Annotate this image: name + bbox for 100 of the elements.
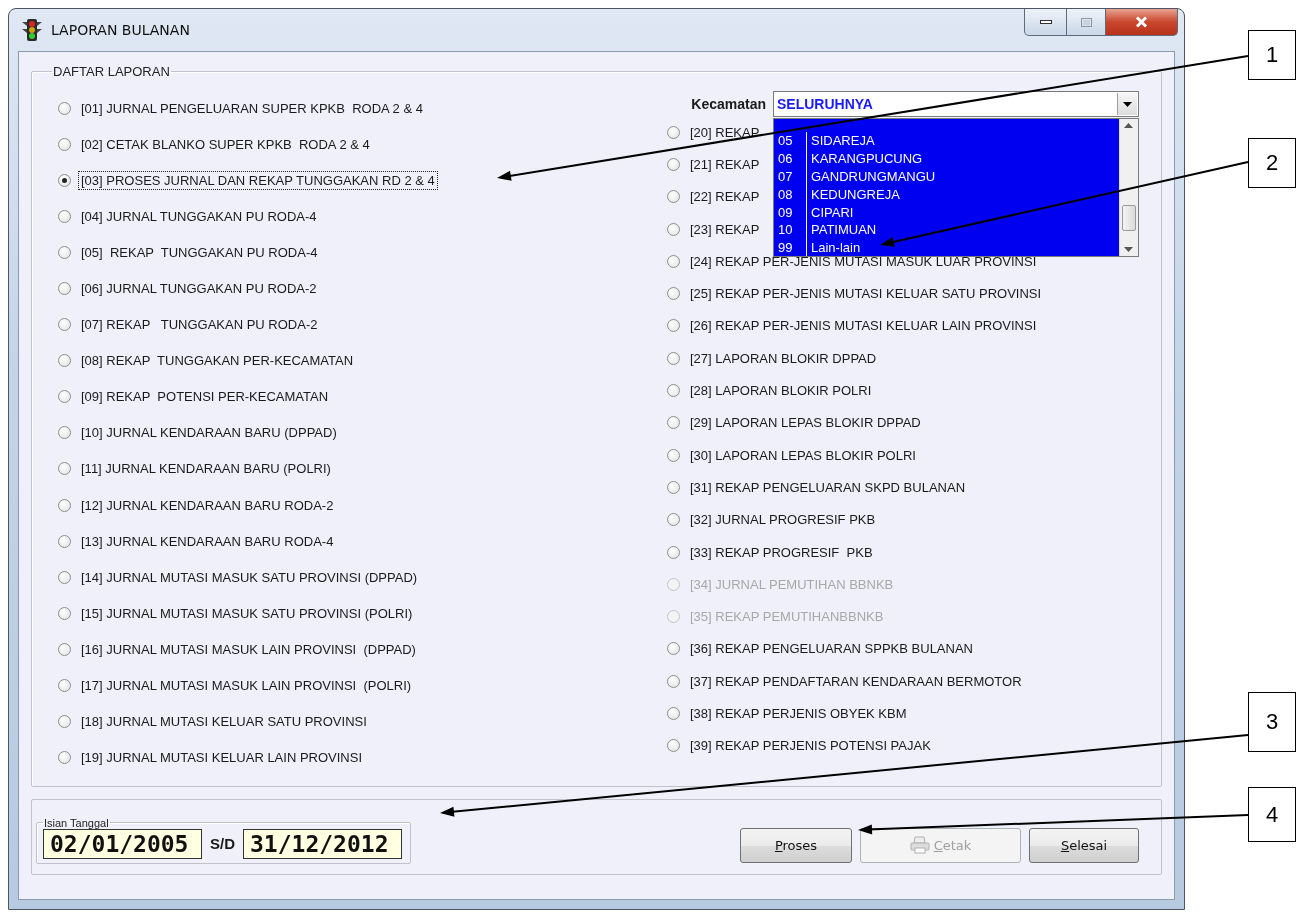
- dropdown-option[interactable]: 10 PATIMUAN: [774, 221, 1119, 239]
- scroll-thumb[interactable]: [1122, 205, 1136, 231]
- report-option-label[interactable]: [14] JURNAL MUTASI MASUK SATU PROVINSI (DPPAD): [79, 568, 420, 586]
- report-option-label[interactable]: [27] LAPORAN BLOKIR DPPAD: [688, 349, 879, 367]
- report-option-label[interactable]: [39] REKAP PERJENIS POTENSI PAJAK: [688, 737, 933, 755]
- radio-button[interactable]: [667, 125, 680, 139]
- radio-button[interactable]: [58, 354, 71, 368]
- dialog-button[interactable]: Proses: [740, 827, 852, 863]
- radio-button[interactable]: [58, 534, 71, 548]
- report-option-label[interactable]: [16] JURNAL MUTASI MASUK LAIN PROVINSI (DPPAD): [79, 640, 418, 658]
- radio-button[interactable]: [667, 545, 680, 559]
- maximize-icon: [1080, 17, 1092, 27]
- report-option-label[interactable]: [26] REKAP PER-JENIS MUTASI KELUAR LAIN PROVINSI: [688, 317, 1039, 335]
- report-option-label[interactable]: [37] REKAP PENDAFTARAN KENDARAAN BERMOTOR: [688, 672, 1024, 690]
- radio-button[interactable]: [667, 739, 680, 753]
- traffic-light-icon: [21, 18, 43, 42]
- report-option-label[interactable]: [31] REKAP PENGELUARAN SKPD BULANAN: [688, 478, 968, 496]
- report-option-label[interactable]: [08] REKAP TUNGGAKAN PER-KECAMATAN: [79, 352, 356, 370]
- scroll-up-arrow-icon[interactable]: [1124, 123, 1133, 128]
- radio-button[interactable]: [58, 137, 71, 151]
- report-option-label[interactable]: [01] JURNAL PENGELUARAN SUPER KPKB RODA 2 & 4: [79, 99, 425, 117]
- report-option-label[interactable]: [22] REKAP: [688, 188, 762, 206]
- radio-button[interactable]: [667, 222, 680, 236]
- radio-button[interactable]: [667, 384, 680, 397]
- radio-button[interactable]: [667, 190, 680, 204]
- report-option-label[interactable]: [20] REKAP: [688, 123, 762, 141]
- radio-button[interactable]: [58, 426, 71, 440]
- end-date-field[interactable]: 31/12/2012: [243, 828, 402, 859]
- dropdown-option[interactable]: 07 GANDRUNGMANGU: [774, 167, 1119, 186]
- report-option-label[interactable]: [04] JURNAL TUNGGAKAN PU RODA-4: [79, 207, 319, 225]
- kecamatan-dropdown[interactable]: SELURUHNYA: [773, 91, 1139, 117]
- group-title: Isian Tanggal: [43, 816, 110, 829]
- radio-button[interactable]: [667, 157, 680, 171]
- radio-button[interactable]: [58, 101, 71, 115]
- callout-number: 1: [1248, 30, 1296, 80]
- radio-button[interactable]: [667, 254, 680, 268]
- report-option-label[interactable]: [09] REKAP POTENSI PER-KECAMATAN: [79, 388, 331, 406]
- scrollbar[interactable]: [1119, 119, 1138, 256]
- radio-button[interactable]: [667, 674, 680, 688]
- report-option-label[interactable]: [38] REKAP PERJENIS OBYEK KBM: [688, 705, 909, 722]
- report-option-label[interactable]: [02] CETAK BLANKO SUPER KPKB RODA 2 & 4: [79, 135, 372, 153]
- dropdown-option[interactable]: 09 CIPARI: [774, 203, 1119, 221]
- report-option-label[interactable]: [17] JURNAL MUTASI MASUK LAIN PROVINSI (POLRI): [79, 677, 414, 695]
- report-option-label[interactable]: [30] LAPORAN LEPAS BLOKIR POLRI: [688, 446, 918, 464]
- report-option-label[interactable]: [03] PROSES JURNAL DAN REKAP TUNGGAKAN RD 2 & 4: [79, 171, 437, 189]
- radio-button[interactable]: [667, 319, 680, 333]
- window-title: LAPORAN BULANAN: [51, 22, 190, 38]
- radio-button[interactable]: [58, 318, 71, 332]
- report-option-label[interactable]: [05] REKAP TUNGGAKAN PU RODA-4: [79, 243, 320, 261]
- minimize-button[interactable]: [1024, 9, 1067, 36]
- radio-button[interactable]: [58, 570, 71, 584]
- radio-button[interactable]: [667, 707, 680, 720]
- dropdown-option[interactable]: 06 KARANGPUCUNG: [774, 149, 1119, 168]
- radio-button[interactable]: [667, 513, 680, 527]
- radio-button[interactable]: [667, 448, 680, 462]
- report-option-label[interactable]: [19] JURNAL MUTASI KELUAR LAIN PROVINSI: [79, 749, 365, 767]
- report-option-label[interactable]: [12] JURNAL KENDARAAN BARU RODA-2: [79, 496, 336, 514]
- dropdown-option[interactable]: 08 KEDUNGREJA: [774, 185, 1119, 204]
- report-option-label[interactable]: [11] JURNAL KENDARAAN BARU (POLRI): [79, 460, 333, 478]
- minimize-icon: [1039, 19, 1052, 25]
- close-icon: [1135, 16, 1148, 28]
- radio-button[interactable]: [58, 462, 71, 476]
- report-option-label[interactable]: [28] LAPORAN BLOKIR POLRI: [688, 382, 874, 399]
- radio-button[interactable]: [58, 679, 71, 693]
- printer-icon: [909, 836, 930, 855]
- report-option-label[interactable]: [25] REKAP PER-JENIS MUTASI KELUAR SATU PROVINSI: [688, 285, 1044, 303]
- radio-button[interactable]: [667, 287, 680, 301]
- report-option-label[interactable]: [10] JURNAL KENDARAAN BARU (DPPAD): [79, 424, 339, 442]
- report-option-label[interactable]: [13] JURNAL KENDARAAN BARU RODA-4: [79, 532, 336, 550]
- report-option-label[interactable]: [21] REKAP: [688, 155, 762, 173]
- radio-button[interactable]: [667, 416, 680, 430]
- report-option-label[interactable]: [06] JURNAL TUNGGAKAN PU RODA-2: [79, 280, 319, 297]
- report-option-label[interactable]: [23] REKAP: [688, 220, 762, 238]
- radio-button[interactable]: [58, 751, 71, 765]
- radio-button[interactable]: [58, 715, 71, 729]
- radio-button[interactable]: [58, 282, 71, 295]
- report-option-label[interactable]: [18] JURNAL MUTASI KELUAR SATU PROVINSI: [79, 713, 369, 731]
- report-option-label[interactable]: [07] REKAP TUNGGAKAN PU RODA-2: [79, 316, 320, 334]
- radio-button[interactable]: [667, 642, 680, 656]
- radio-button[interactable]: [58, 498, 71, 512]
- close-button[interactable]: [1106, 9, 1178, 36]
- report-option-label[interactable]: [33] REKAP PROGRESIF PKB: [688, 543, 875, 561]
- report-option-label[interactable]: [15] JURNAL MUTASI MASUK SATU PROVINSI (POLRI): [79, 604, 415, 622]
- report-option-label[interactable]: [32] JURNAL PROGRESIF PKB: [688, 511, 878, 529]
- radio-button[interactable]: [58, 173, 71, 187]
- report-option-label[interactable]: [29] LAPORAN LEPAS BLOKIR DPPAD: [688, 414, 923, 432]
- radio-button[interactable]: [667, 351, 680, 365]
- callout-number: 3: [1248, 692, 1296, 752]
- scroll-down-arrow-icon[interactable]: [1124, 247, 1133, 252]
- radio-button[interactable]: [58, 390, 71, 404]
- radio-button[interactable]: [58, 245, 71, 259]
- dropdown-option[interactable]: 05 SIDAREJA: [774, 132, 1119, 150]
- report-option-label[interactable]: [36] REKAP PENGELUARAN SPPKB BULANAN: [688, 640, 975, 658]
- dialog-button[interactable]: Selesai: [1029, 827, 1139, 863]
- start-date-field[interactable]: 02/01/2005: [43, 828, 202, 859]
- radio-button[interactable]: [58, 606, 71, 620]
- radio-button[interactable]: [667, 480, 680, 494]
- radio-button[interactable]: [58, 642, 71, 656]
- maximize-button[interactable]: [1067, 9, 1106, 36]
- radio-button[interactable]: [58, 209, 71, 223]
